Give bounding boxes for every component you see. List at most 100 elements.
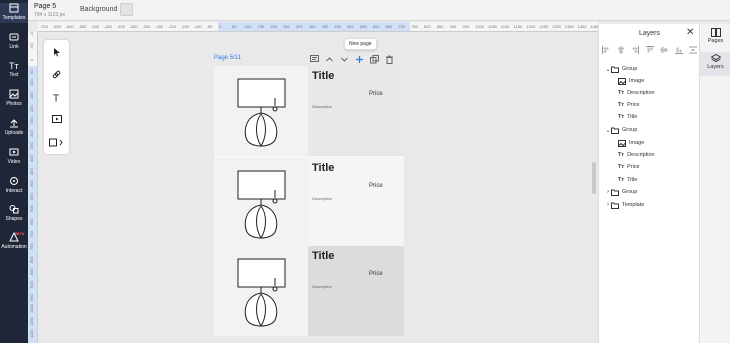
ruler-tick: 50 (232, 24, 237, 29)
sidebar-label-templates: Templates (2, 15, 26, 21)
ruler-tick: 600 (29, 205, 34, 213)
ruler-tick: 150 (29, 92, 34, 99)
ruler-tick: 650 (29, 218, 34, 225)
move-down-icon[interactable] (340, 55, 349, 64)
product-price[interactable]: Price (369, 91, 383, 97)
layer-row-group[interactable]: › Group (605, 187, 637, 197)
ruler-tick: -150 (180, 24, 189, 29)
align-right-icon[interactable] (631, 46, 639, 54)
ruler-tick: 100 (29, 79, 34, 87)
shape-tool[interactable] (44, 132, 69, 152)
layer-label: Title (627, 114, 638, 120)
photos-icon (9, 89, 19, 99)
layer-row-template[interactable]: › Template (605, 200, 644, 210)
ruler-tick: 0 (219, 24, 222, 29)
layer-label: Title (627, 177, 638, 183)
move-up-icon[interactable] (325, 55, 334, 64)
align-bottom-icon[interactable] (674, 46, 683, 54)
sidebar-item-automation[interactable]: Automation BETA (0, 232, 28, 252)
templates-icon (9, 3, 19, 13)
sidebar-item-uploads[interactable]: Uploads (0, 118, 28, 138)
product-info[interactable]: Title Price Description (308, 158, 404, 248)
ruler-tick: 1350 (564, 24, 574, 29)
canvas-scrollbar[interactable] (592, 162, 596, 194)
ruler-tick: 700 (398, 24, 406, 29)
layer-row-text[interactable]: Tт Description (618, 150, 655, 160)
sidebar-label-text: Text (9, 72, 19, 78)
sidebar-item-text[interactable]: Tт Text (0, 60, 28, 80)
ruler-tick: 350 (308, 24, 316, 29)
product-card[interactable]: Title Price Description (214, 158, 404, 248)
align-center-icon[interactable] (617, 46, 625, 54)
layers-icon (710, 54, 721, 63)
sidebar-item-video[interactable]: Video (0, 147, 28, 167)
sidebar-item-photos[interactable]: Photos (0, 89, 28, 109)
tab-layers[interactable]: Layers (700, 52, 730, 76)
sidebar-label-link: Link (9, 44, 19, 50)
product-image[interactable] (214, 66, 308, 156)
video-tool[interactable] (44, 109, 69, 129)
product-card[interactable]: Title Price Description (214, 66, 404, 156)
close-icon[interactable]: ✕ (686, 27, 694, 38)
ruler-tick: 1100 (29, 329, 34, 339)
align-left-icon[interactable] (602, 46, 610, 54)
ruler-tick: 1250 (539, 24, 549, 29)
layer-row-group[interactable]: ⌄ Group (605, 125, 637, 135)
product-price[interactable]: Price (369, 271, 383, 277)
background-color-swatch[interactable] (120, 3, 133, 16)
ruler-tick: 1000 (29, 304, 34, 314)
product-title[interactable]: Title (312, 162, 334, 174)
layer-row-text[interactable]: Tт Title (618, 112, 637, 122)
sidebar-label-interact: Interact (5, 188, 23, 194)
page-title[interactable]: Page 5 (34, 3, 56, 10)
duplicate-icon[interactable] (370, 54, 379, 64)
distribute-icon[interactable] (689, 46, 697, 54)
sidebar-item-interact[interactable]: Interact (0, 176, 28, 196)
product-description[interactable]: Description (312, 104, 332, 109)
text-layer-icon: Tт (618, 90, 625, 96)
background-label: Background (80, 6, 118, 13)
layer-label: Price (627, 164, 640, 170)
ruler-tick: -100 (193, 24, 202, 29)
page-size: 794 x 1123 px (34, 12, 66, 18)
ruler-tick: -200 (168, 24, 177, 29)
text-tool[interactable]: T (44, 87, 69, 107)
product-title[interactable]: Title (312, 70, 334, 82)
add-page-icon[interactable] (355, 55, 364, 64)
text-icon: Tт (9, 61, 19, 70)
layer-row-image[interactable]: Image (618, 76, 644, 86)
folder-icon (611, 189, 619, 196)
select-tool[interactable] (44, 42, 69, 62)
ruler-tick: 200 (270, 24, 278, 29)
layer-row-text[interactable]: Tт Title (618, 175, 637, 185)
link-tool[interactable] (44, 64, 69, 84)
tab-pages[interactable]: Pages (700, 26, 730, 50)
sidebar-item-shapes[interactable]: Shapes (0, 204, 28, 224)
align-middle-icon[interactable] (660, 46, 668, 54)
ruler-tick: 750 (29, 243, 34, 251)
layer-row-group[interactable]: ⌄ Group (605, 64, 637, 74)
layer-row-image[interactable]: Image (618, 138, 644, 148)
trash-icon[interactable] (385, 55, 394, 64)
product-description[interactable]: Description (312, 196, 332, 201)
product-title[interactable]: Title (312, 250, 334, 262)
sidebar-item-link[interactable]: Link (0, 32, 28, 52)
align-top-icon[interactable] (645, 46, 654, 54)
product-price[interactable]: Price (369, 183, 383, 189)
ruler-tick: 850 (436, 24, 444, 29)
layer-row-text[interactable]: Tт Price (618, 100, 640, 110)
product-description[interactable]: Description (312, 284, 332, 289)
text-layer-icon: Tт (618, 102, 625, 108)
layer-row-text[interactable]: Tт Price (618, 162, 640, 172)
product-card[interactable]: Title Price Description (214, 246, 404, 336)
lamp-icon (237, 258, 286, 327)
product-image[interactable] (214, 158, 308, 248)
comment-icon[interactable] (310, 54, 319, 64)
product-info[interactable]: Title Price Description (308, 246, 404, 336)
layer-row-text[interactable]: Tт Description (618, 88, 655, 98)
product-info[interactable]: Title Price Description (308, 66, 404, 156)
canvas-page[interactable]: Title Price Description Title Price Desc… (214, 66, 404, 336)
product-image[interactable] (214, 246, 308, 336)
sidebar-item-templates[interactable]: Templates (0, 3, 28, 23)
ruler-tick: 900 (29, 281, 34, 288)
